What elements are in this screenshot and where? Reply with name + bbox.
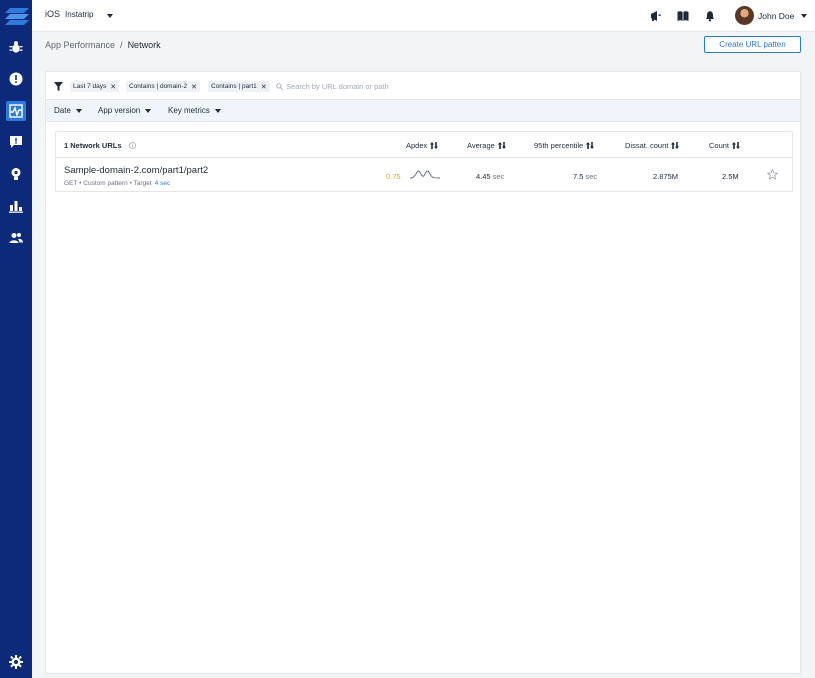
http-method: GET — [64, 180, 78, 187]
sidebar-item-app-performance[interactable] — [6, 101, 26, 121]
sort-icon — [732, 142, 741, 149]
apdex-value: 0.75 — [386, 172, 401, 181]
table-header: 1 Network URLs Apdex Average 95th percen… — [56, 132, 792, 158]
filter-chip-domain[interactable]: Contains | domain-2 ✕ — [126, 81, 200, 92]
app-name: Instatrip — [65, 9, 94, 19]
top-bar: iOS Instatrip John Doe — [32, 0, 815, 32]
app-performance-icon — [9, 104, 23, 118]
search-icon — [276, 83, 283, 90]
column-count[interactable]: Count — [709, 141, 741, 150]
dropdown-label: Date — [54, 106, 71, 115]
alert-icon — [9, 72, 23, 86]
app-switcher[interactable]: iOS Instatrip — [45, 9, 93, 19]
breadcrumb-separator: / — [120, 40, 123, 50]
platform-label: iOS — [45, 9, 61, 19]
key-metrics-dropdown[interactable]: Key metrics — [168, 106, 221, 115]
network-urls-table: 1 Network URLs Apdex Average 95th percen… — [55, 131, 793, 192]
column-label: Count — [709, 141, 730, 150]
column-95th-percentile[interactable]: 95th percentile — [534, 141, 595, 150]
star-icon[interactable] — [767, 169, 778, 180]
sort-icon — [671, 142, 680, 149]
column-dissat-count[interactable]: Dissat. count — [625, 141, 680, 150]
info-icon[interactable] — [128, 142, 136, 149]
average-cell: 4.45 sec — [476, 172, 504, 181]
app-version-dropdown[interactable]: App version — [98, 106, 152, 115]
avatar[interactable] — [735, 6, 754, 25]
sort-icon — [497, 142, 506, 149]
apdex-sparkline — [410, 170, 440, 179]
team-icon — [9, 233, 23, 243]
logo-icon[interactable] — [5, 8, 29, 25]
column-label: Dissat. count — [625, 141, 669, 150]
breadcrumb-parent[interactable]: App Performance — [45, 40, 115, 50]
network-panel: Last 7 days ✕ Contains | domain-2 ✕ Cont… — [45, 71, 801, 674]
dropdown-label: Key metrics — [168, 106, 210, 115]
create-url-pattern-button[interactable]: Create URL patten — [704, 36, 801, 53]
date-dropdown[interactable]: Date — [54, 106, 82, 115]
url-meta: GET • Custom pattern • Target 4 sec — [64, 180, 170, 187]
page-title: Network — [127, 40, 161, 50]
sidebar-item-analytics[interactable] — [6, 196, 26, 216]
sidebar-item-feature-requests[interactable] — [6, 164, 26, 184]
filter-icon[interactable] — [54, 82, 63, 91]
filter-chip-label: Contains | domain-2 — [129, 83, 188, 90]
p95-unit: sec — [585, 172, 598, 181]
remove-filter-icon[interactable]: ✕ — [261, 83, 267, 91]
chevron-down-icon[interactable] — [107, 14, 113, 18]
analytics-icon — [9, 201, 23, 213]
target-label: Target — [133, 180, 152, 187]
user-menu-chevron-down-icon[interactable] — [801, 14, 807, 18]
filter-chip-label: Contains | part1 — [211, 83, 257, 90]
breadcrumb: App Performance / Network — [45, 40, 161, 50]
filter-chip-path[interactable]: Contains | part1 ✕ — [208, 81, 270, 92]
settings-icon[interactable] — [9, 655, 23, 669]
sidebar-item-crashes[interactable] — [6, 37, 26, 57]
table-row[interactable]: Sample-domain-2.com/part1/part2 GET • Cu… — [56, 158, 792, 191]
sidebar — [0, 0, 32, 678]
table-title-text: 1 Network URLs — [64, 141, 122, 150]
feedback-icon — [10, 136, 22, 148]
table-title: 1 Network URLs — [64, 141, 136, 150]
remove-filter-icon[interactable]: ✕ — [191, 83, 197, 91]
chevron-down-icon — [145, 108, 152, 113]
remove-filter-icon[interactable]: ✕ — [110, 83, 116, 91]
filter-chip-label: Last 7 days — [73, 83, 107, 90]
filter-bar: Last 7 days ✕ Contains | domain-2 ✕ Cont… — [46, 72, 800, 100]
dissat-count-value: 2.875M — [653, 172, 679, 181]
user-name[interactable]: John Doe — [758, 11, 794, 21]
pattern-type: Custom pattern — [83, 180, 128, 187]
network-url[interactable]: Sample-domain-2.com/part1/part2 — [64, 165, 208, 176]
announcements-icon[interactable] — [649, 9, 663, 23]
docs-icon[interactable] — [676, 9, 690, 23]
feature-request-icon — [11, 168, 21, 180]
average-unit: sec — [492, 172, 505, 181]
dropdown-bar: Date App version Key metrics — [46, 100, 800, 122]
bug-icon — [9, 41, 23, 53]
chevron-down-icon — [75, 108, 82, 113]
p95-cell: 7.5 sec — [573, 172, 597, 181]
column-label: Average — [467, 141, 495, 150]
sort-icon — [430, 142, 439, 149]
p95-value: 7.5 — [573, 172, 584, 181]
column-apdex[interactable]: Apdex — [406, 141, 439, 150]
search-input[interactable] — [286, 80, 486, 92]
count-value: 2.5M — [722, 172, 739, 181]
sidebar-item-bugs[interactable] — [6, 69, 26, 89]
average-value: 4.45 — [476, 172, 491, 181]
column-average[interactable]: Average — [467, 141, 506, 150]
sort-icon — [586, 142, 595, 149]
column-label: 95th percentile — [534, 141, 584, 150]
notifications-icon[interactable] — [703, 9, 717, 23]
sidebar-item-feedback[interactable] — [6, 132, 26, 152]
chevron-down-icon — [214, 108, 221, 113]
sidebar-item-team[interactable] — [6, 228, 26, 248]
column-label: Apdex — [406, 141, 428, 150]
dropdown-label: App version — [98, 106, 141, 115]
filter-chip-date[interactable]: Last 7 days ✕ — [70, 81, 120, 92]
target-value-link[interactable]: 4 sec — [155, 180, 171, 187]
